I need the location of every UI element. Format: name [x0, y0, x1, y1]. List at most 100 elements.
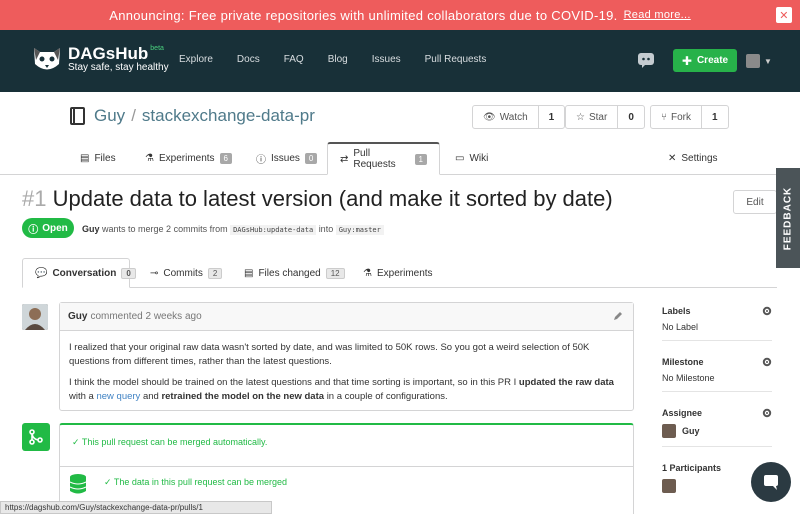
nav-explore[interactable]: Explore	[179, 54, 213, 65]
comment-author[interactable]: Guy	[68, 311, 87, 322]
check-icon: ✓	[104, 477, 112, 487]
tab-pulls-count: 1	[414, 153, 427, 165]
comment-text: in a couple of configurations.	[326, 391, 448, 402]
file-icon: ▤	[80, 153, 90, 164]
pr-title-text: Update data to latest version (and make …	[52, 186, 613, 211]
tab-commits[interactable]: ⊸ Commits 2	[150, 258, 223, 288]
fork-button-group: ⑂ Fork 1	[650, 105, 729, 129]
feedback-tab[interactable]: FEEDBACK	[776, 168, 800, 268]
fork-count[interactable]: 1	[702, 112, 728, 123]
milestone-heading: Milestone	[662, 357, 704, 367]
user-photo-icon	[22, 304, 48, 330]
banner-close-button[interactable]: ✕	[776, 7, 792, 23]
star-icon: ☆	[576, 111, 585, 123]
tab-commits-count: 2	[207, 267, 223, 279]
star-button[interactable]: ☆ Star 0	[565, 105, 645, 129]
watch-count[interactable]: 1	[539, 112, 565, 123]
chat-button[interactable]	[751, 462, 791, 502]
comment-header: Guy commented 2 weeks ago	[60, 303, 633, 331]
gear-icon[interactable]	[762, 306, 772, 316]
discord-icon[interactable]	[637, 51, 655, 69]
star-label: Star	[588, 111, 608, 123]
from-branch[interactable]: DAGsHub:update-data	[230, 225, 317, 235]
edit-button[interactable]: Edit	[733, 190, 777, 214]
status-badge: ⓘ Open	[22, 218, 74, 238]
nav-blog[interactable]: Blog	[328, 54, 348, 65]
pr-meta-into: into	[318, 224, 334, 234]
nav-pull-requests[interactable]: Pull Requests	[425, 54, 487, 65]
pull-request-icon: ⇄	[340, 153, 349, 165]
tab-issues[interactable]: ⓘ Issues 0	[256, 142, 318, 175]
create-button[interactable]: ✚ Create	[673, 49, 737, 72]
tab-pr-experiments[interactable]: ⚗ Experiments	[363, 258, 433, 288]
tab-conversation[interactable]: 💬 Conversation 0	[22, 258, 136, 288]
tab-conversation-count: 0	[121, 267, 136, 279]
git-merge-icon	[29, 429, 43, 445]
chevron-down-icon[interactable]: ▼	[764, 57, 772, 66]
gear-icon[interactable]	[762, 408, 772, 418]
avatar[interactable]	[22, 304, 48, 330]
tab-files[interactable]: ▤ Files	[80, 142, 116, 175]
labels-section: Labels No Label	[662, 300, 772, 341]
watch-button-group: 👁 Watch 1	[472, 105, 566, 129]
pr-author[interactable]: Guy	[82, 224, 100, 234]
tab-wiki-label: Wiki	[469, 153, 489, 164]
wiki-icon: ▭	[455, 153, 465, 164]
watch-button[interactable]: 👁 Watch 1	[472, 105, 566, 129]
participant-avatar[interactable]	[662, 479, 676, 493]
repo-header: Guy / stackexchange-data-pr	[70, 106, 315, 126]
tab-files-changed-count: 12	[325, 267, 345, 279]
comments-icon: 💬	[35, 267, 48, 279]
tab-files-changed[interactable]: ▤ Files changed 12	[244, 258, 345, 288]
comment-paragraph-1: I realized that your original raw data w…	[69, 342, 590, 367]
milestone-section: Milestone No Milestone	[662, 351, 772, 392]
merge-auto-text: This pull request can be merged automati…	[81, 437, 268, 447]
star-button-group: ☆ Star 0	[565, 105, 645, 129]
merge-status-auto: ✓ This pull request can be merged automa…	[72, 437, 267, 448]
nav-issues[interactable]: Issues	[372, 54, 401, 65]
tab-conversation-label: Conversation	[52, 267, 117, 279]
to-branch[interactable]: Guy:master	[335, 225, 384, 235]
watch-label: Watch	[499, 111, 528, 123]
status-label: Open	[42, 222, 68, 234]
tab-files-changed-label: Files changed	[258, 267, 321, 279]
tab-issues-count: 0	[304, 153, 318, 164]
banner-read-more-link[interactable]: Read more...	[624, 9, 691, 21]
comment-paragraph-2: I think the model should be trained on t…	[69, 376, 624, 404]
merge-status-data: ✓ The data in this pull request can be m…	[104, 477, 287, 488]
merge-icon	[22, 423, 50, 451]
labels-value: No Label	[662, 322, 699, 332]
repo-owner-link[interactable]: Guy	[94, 106, 125, 126]
chat-icon	[764, 475, 778, 490]
repo-tabs: ▤ Files ⚗ Experiments 6 ⓘ Issues 0 ⇄ Pul…	[0, 142, 800, 175]
pencil-icon[interactable]	[613, 311, 623, 321]
tab-issues-label: Issues	[271, 153, 300, 164]
fork-button[interactable]: ⑂ Fork 1	[650, 105, 729, 129]
divider	[60, 466, 633, 467]
gear-icon[interactable]	[762, 357, 772, 367]
new-query-link[interactable]: new query	[96, 391, 140, 402]
pr-meta: Guy wants to merge 2 commits from DAGsHu…	[82, 224, 384, 235]
repo-name-link[interactable]: stackexchange-data-pr	[142, 106, 315, 126]
tab-experiments-count: 6	[219, 153, 232, 164]
comment-text: with a	[69, 391, 94, 402]
star-count[interactable]: 0	[618, 112, 644, 123]
nav-faq[interactable]: FAQ	[284, 54, 304, 65]
tab-experiments[interactable]: ⚗ Experiments 6	[145, 142, 232, 175]
comment-time: commented 2 weeks ago	[90, 311, 202, 322]
user-avatar[interactable]	[746, 54, 760, 68]
assignee-avatar	[662, 424, 676, 438]
comment-body: I realized that your original raw data w…	[60, 331, 633, 421]
logo-name: DAGsHub	[68, 43, 149, 63]
wrench-icon: ✕	[668, 153, 677, 164]
tab-settings[interactable]: ✕ Settings	[668, 142, 718, 175]
pr-title: #1 Update data to latest version (and ma…	[22, 186, 613, 212]
logo[interactable]: DAGsHub beta Stay safe, stay healthy	[30, 42, 169, 76]
nav-docs[interactable]: Docs	[237, 54, 260, 65]
issue-icon: ⓘ	[256, 155, 266, 166]
check-icon: ✓	[72, 437, 80, 447]
banner-text: Announcing: Free private repositories wi…	[109, 7, 618, 23]
assignee-value[interactable]: Guy	[662, 424, 772, 438]
tab-wiki[interactable]: ▭ Wiki	[455, 142, 488, 175]
tab-pull-requests[interactable]: ⇄ Pull Requests 1	[327, 142, 440, 175]
